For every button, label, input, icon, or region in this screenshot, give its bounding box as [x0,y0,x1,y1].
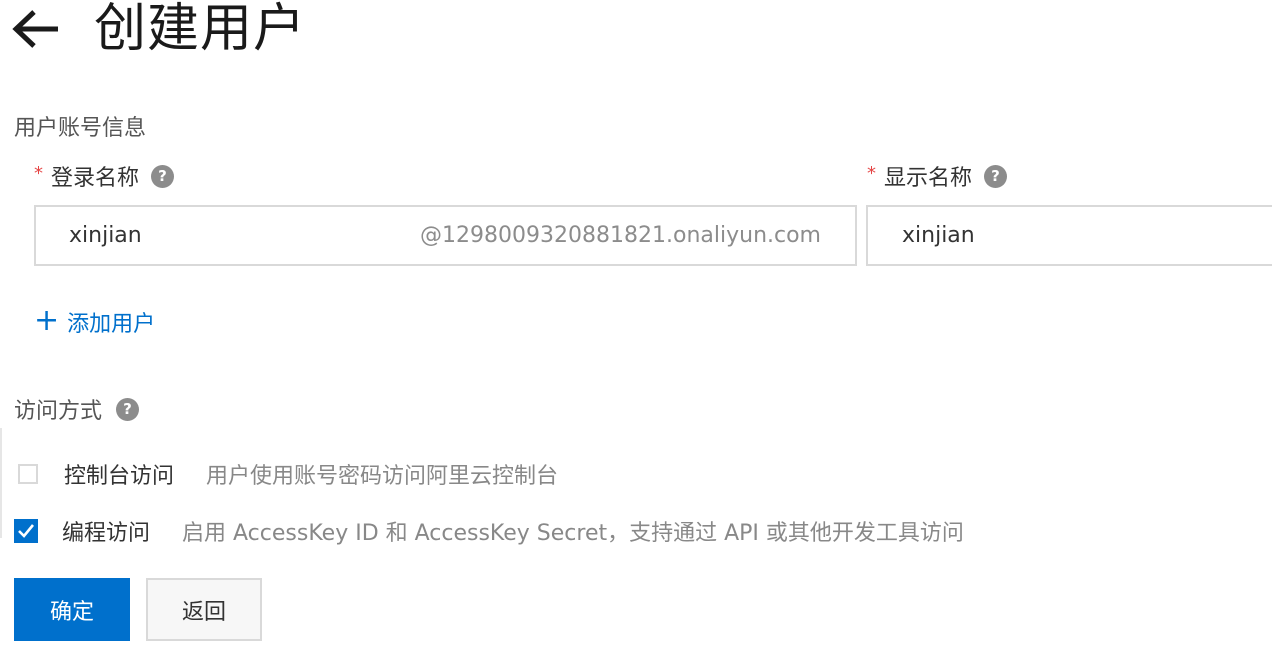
help-icon[interactable]: ? [984,164,1008,188]
display-name-label: * 显示名称 ? [867,160,1008,192]
required-mark: * [867,162,876,184]
divider [0,428,2,538]
add-user-label: 添加用户 [67,312,156,337]
check-icon [18,524,35,538]
access-section-title: 访问方式 ? [14,393,140,425]
console-access-label: 控制台访问 [64,464,175,489]
account-section-title: 用户账号信息 [14,110,146,142]
display-name-input[interactable]: xinjian [866,205,1272,266]
programmatic-access-label: 编程访问 [62,521,151,546]
back-button[interactable]: 返回 [146,578,262,641]
arrow-left-icon[interactable] [12,6,66,52]
plus-icon: + [34,303,60,338]
page-title: 创建用户 [94,0,307,59]
programmatic-access-option[interactable]: 编程访问 启用 AccessKey ID 和 AccessKey Secret，… [14,515,964,547]
display-name-value: xinjian [902,223,975,248]
help-icon[interactable]: ? [116,397,140,421]
login-name-input[interactable]: xinjian @1298009320881821.onaliyun.com [34,205,857,266]
login-name-label: * 登录名称 ? [34,160,175,192]
console-access-checkbox[interactable] [18,464,38,484]
login-name-domain-suffix: @1298009320881821.onaliyun.com [420,223,821,248]
programmatic-access-description: 启用 AccessKey ID 和 AccessKey Secret，支持通过 … [182,521,964,546]
login-name-label-text: 登录名称 [51,166,140,191]
login-name-value: xinjian [69,223,142,248]
console-access-description: 用户使用账号密码访问阿里云控制台 [206,464,559,489]
programmatic-access-checkbox[interactable] [14,519,38,543]
account-section-title-text: 用户账号信息 [14,116,147,141]
display-name-label-text: 显示名称 [884,166,973,191]
help-icon[interactable]: ? [151,164,175,188]
console-access-option[interactable]: 控制台访问 用户使用账号密码访问阿里云控制台 [14,458,558,490]
page-header: 创建用户 [12,0,306,64]
confirm-button[interactable]: 确定 [14,578,130,641]
access-section-title-text: 访问方式 [14,399,103,424]
add-user-link[interactable]: + 添加用户 [34,306,155,338]
required-mark: * [34,162,43,184]
